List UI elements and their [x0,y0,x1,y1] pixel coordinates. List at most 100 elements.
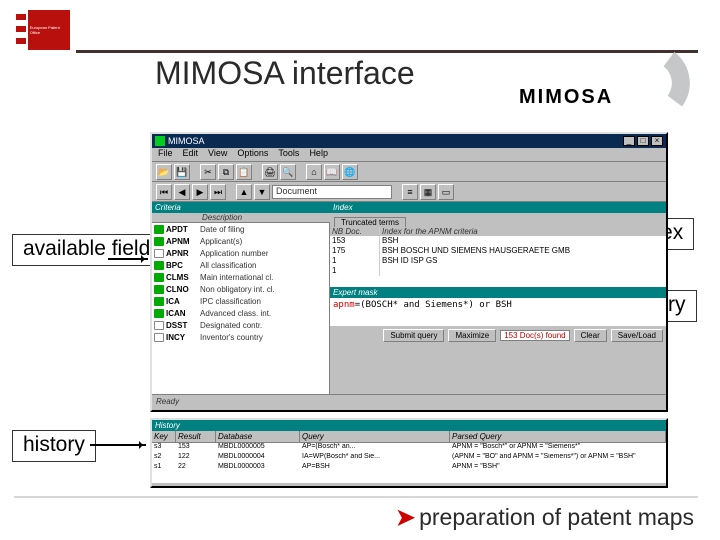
nav-last-icon[interactable]: ⏭ [210,184,226,200]
close-button[interactable]: × [651,136,663,146]
criteria-badge-icon [154,225,164,234]
criteria-desc: IPC classification [200,297,261,306]
menu-help[interactable]: Help [309,148,328,161]
criteria-badge-icon [154,273,164,282]
criteria-col-code [152,213,202,222]
criteria-row[interactable]: ICAIPC classification [152,295,329,307]
history-db: MBDL0000003 [216,463,300,473]
view-page-icon[interactable]: ▭ [438,184,454,200]
menu-view[interactable]: View [208,148,227,161]
maximize-button[interactable]: □ [637,136,649,146]
history-query: AP=BSH [300,463,450,473]
index-nbdoc: 153 [330,236,380,246]
tool-open-icon[interactable]: 📂 [156,164,172,180]
tool-book-icon[interactable]: 📖 [324,164,340,180]
app-titlebar[interactable]: MIMOSA _ □ × [152,134,666,148]
criteria-row[interactable]: BPCAll classification [152,259,329,271]
page-title: MIMOSA interface [155,55,415,92]
history-table-body[interactable]: s3153MBDL0000005AP=(Bosch* an...APNM = "… [152,443,666,483]
index-row[interactable]: 153BSH [330,236,666,246]
history-parsed: (APNM = "BO" and APNM = "Siemens*") or A… [450,453,666,463]
menu-edit[interactable]: Edit [183,148,199,161]
criteria-desc: Date of filing [200,225,244,234]
criteria-row[interactable]: APNRApplication number [152,247,329,259]
criteria-list[interactable]: APDTDate of filingAPNMApplicant(s)APNRAp… [152,223,330,394]
tool-save-icon[interactable]: 💾 [174,164,190,180]
criteria-pane-header: Criteria [152,202,330,213]
index-row[interactable]: 1BSH ID ISP GS [330,256,666,266]
nav-up-icon[interactable]: ▲ [236,184,252,200]
right-pane: Index Truncated terms NB Doc. Index for … [330,202,666,394]
arrow-history [90,444,146,446]
index-row[interactable]: 1 [330,266,666,276]
criteria-desc: Application number [200,249,268,258]
history-window: History Key Result Database Query Parsed… [150,418,668,488]
nav-first-icon[interactable]: ⏮ [156,184,172,200]
tab-truncated-terms[interactable]: Truncated terms [334,217,406,227]
query-field-key: apnm [333,300,355,310]
nav-next-icon[interactable]: ▶ [192,184,208,200]
criteria-desc: Non obligatory int. cl. [200,285,275,294]
clear-button[interactable]: Clear [574,329,607,342]
criteria-code: APDT [166,225,200,234]
view-grid-icon[interactable]: ▦ [420,184,436,200]
history-result: 122 [176,453,216,463]
history-pane-header: History [152,420,666,431]
index-pane-header: Index [330,202,666,213]
history-row[interactable]: s122MBDL0000003AP=BSHAPNM = "BSH" [152,463,666,473]
submit-query-button[interactable]: Submit query [383,329,444,342]
footer-label: preparation of patent maps [419,504,694,530]
menu-file[interactable]: File [158,148,173,161]
history-row[interactable]: s2122MBDL0000004IA=WP(Bosch* and Sie...(… [152,453,666,463]
index-table[interactable]: NB Doc. Index for the APNM criteria 153B… [330,227,666,287]
index-col-term: Index for the APNM criteria [380,227,666,236]
document-field[interactable]: Document [272,185,392,199]
history-key: s3 [152,443,176,453]
criteria-row[interactable]: CLMSMain international cl. [152,271,329,283]
tool-globe-icon[interactable]: 🌐 [342,164,358,180]
criteria-col-desc: Description [202,213,330,222]
tool-paste-icon[interactable]: 📋 [236,164,252,180]
index-tabs: Truncated terms [330,213,666,227]
tool-cut-icon[interactable]: ✂ [200,164,216,180]
criteria-row[interactable]: DSSTDesignated contr. [152,319,329,331]
footer-rule [14,496,698,498]
criteria-row[interactable]: APDTDate of filing [152,223,329,235]
index-term: BSH BOSCH UND SIEMENS HAUSGERAETE GMB [380,246,666,256]
criteria-row[interactable]: ICANAdvanced class. int. [152,307,329,319]
menu-options[interactable]: Options [237,148,268,161]
save-load-button[interactable]: Save/Load [611,329,663,342]
minimize-button[interactable]: _ [623,136,635,146]
menu-tools[interactable]: Tools [278,148,299,161]
toolbar-main: 📂 💾 ✂ ⧉ 📋 🖨 🔍 ⌂ 📖 🌐 [152,162,666,182]
criteria-row[interactable]: APNMApplicant(s) [152,235,329,247]
expert-pane-header: Expert mask [330,287,666,298]
swoosh-icon [579,39,695,131]
view-list-icon[interactable]: ≡ [402,184,418,200]
criteria-code: APNM [166,237,200,246]
index-term: BSH [380,236,666,246]
statusbar: Ready [152,394,666,410]
criteria-row[interactable]: INCYInventor's country [152,331,329,343]
nav-down-icon[interactable]: ▼ [254,184,270,200]
history-result: 153 [176,443,216,453]
tool-copy-icon[interactable]: ⧉ [218,164,234,180]
criteria-badge-icon [154,297,164,306]
index-row[interactable]: 175BSH BOSCH UND SIEMENS HAUSGERAETE GMB [330,246,666,256]
tool-print-icon[interactable]: 🖨 [262,164,278,180]
query-textarea[interactable]: apnm=(BOSCH* and Siemens*) or BSH [330,298,666,326]
history-col-database: Database [216,431,300,442]
logo-text: European Patent Office [30,25,70,35]
nav-prev-icon[interactable]: ◀ [174,184,190,200]
tool-home-icon[interactable]: ⌂ [306,164,322,180]
history-key: s1 [152,463,176,473]
criteria-row[interactable]: CLNONon obligatory int. cl. [152,283,329,295]
tool-search-icon[interactable]: 🔍 [280,164,296,180]
history-row[interactable]: s3153MBDL0000005AP=(Bosch* an...APNM = "… [152,443,666,453]
criteria-badge-icon [154,309,164,318]
maximize-query-button[interactable]: Maximize [448,329,496,342]
criteria-desc: Designated contr. [200,321,262,330]
criteria-code: BPC [166,261,200,270]
mimosa-brand: MIMOSA [519,50,684,118]
callout-text: history [23,433,85,456]
